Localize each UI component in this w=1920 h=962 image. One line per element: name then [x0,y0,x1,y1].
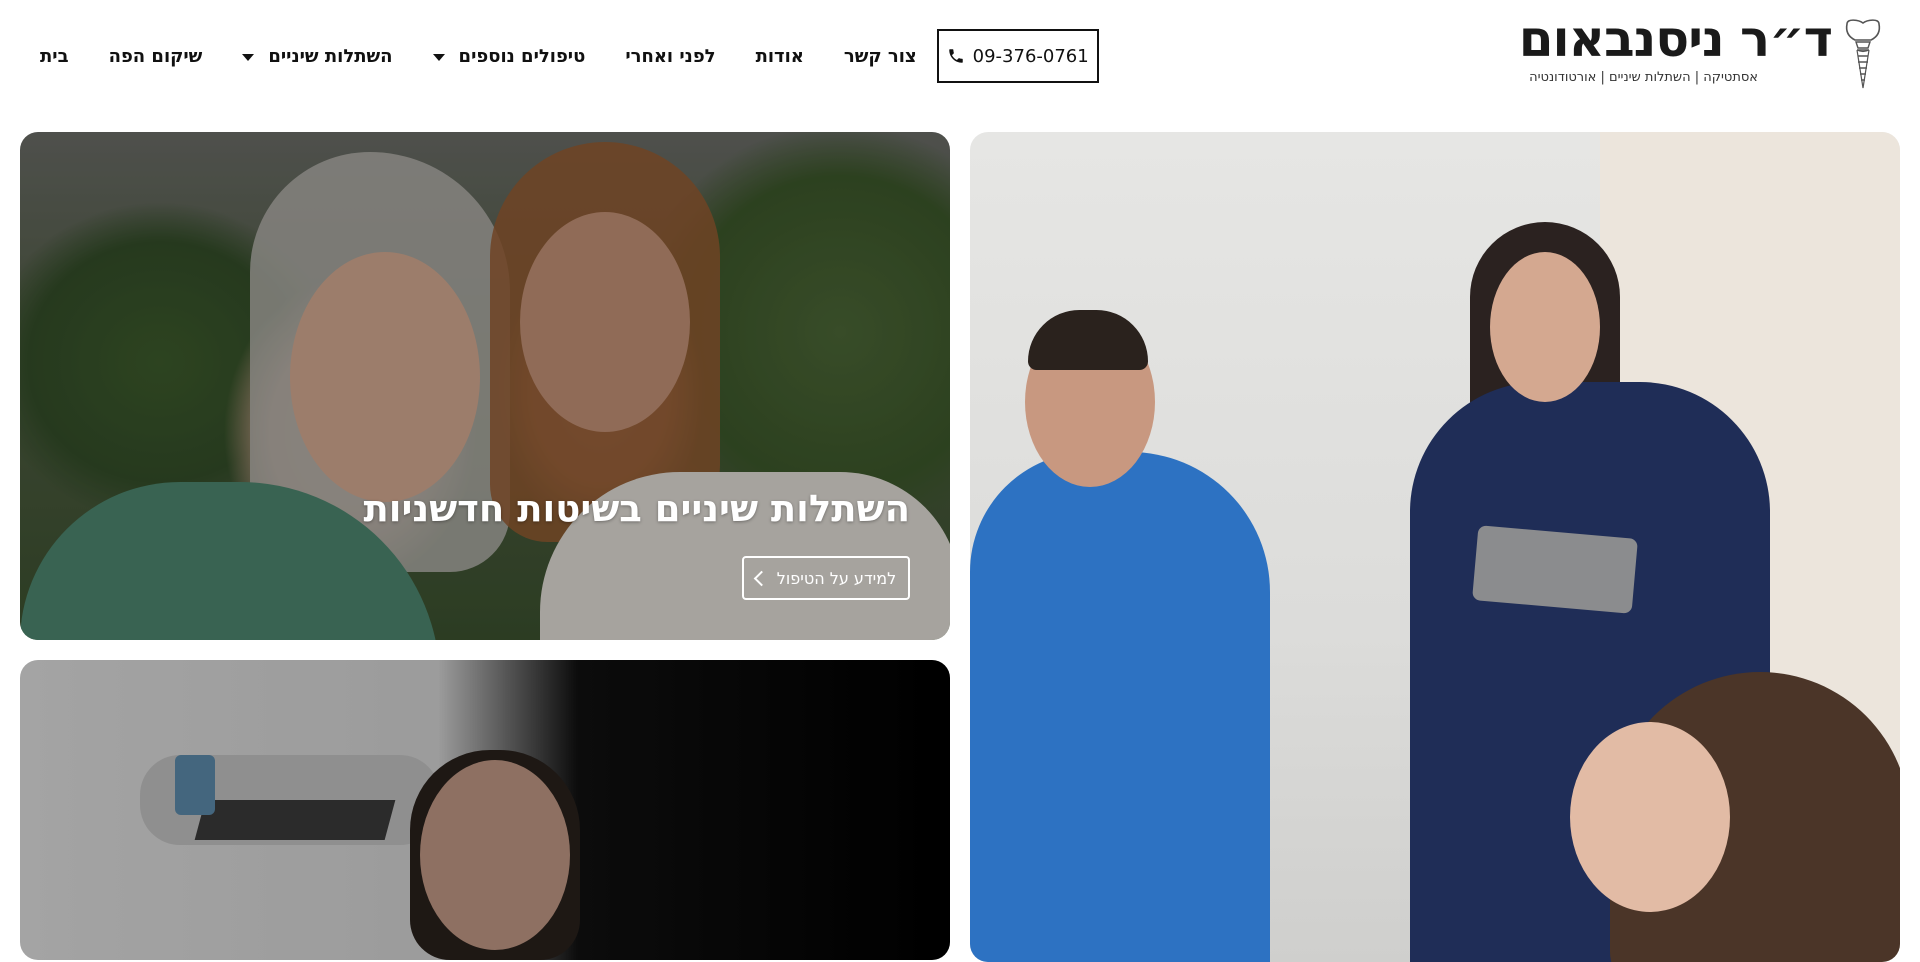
photo-patient [1570,722,1730,912]
nav-item-label: השתלות שיניים [268,45,393,67]
caret-down-icon [432,53,445,61]
caret-down-icon [242,53,255,61]
logo[interactable]: ד״ר ניסנבאום אסתטיקה | השתלות שיניים | א… [1519,10,1885,90]
nav-item-label: שיקום הפה [108,45,203,67]
logo-subtitle: אסתטיקה | השתלות שיניים | אורטודונטיה [1529,70,1758,85]
nav-item-label: טיפולים נוספים [458,45,586,67]
nav-item-label: אודות [755,45,804,67]
photo-detail [1490,252,1600,402]
logo-title: ד״ר ניסנבאום [1518,10,1833,68]
site-header: ד״ר ניסנבאום אסתטיקה | השתלות שיניים | א… [0,0,1920,112]
hero-card-secondary[interactable] [20,660,950,960]
nav-item-contact[interactable]: צור קשר [844,46,917,67]
hero-card-title: השתלות שיניים בשיטות חדשניות [363,487,910,530]
photo-dentist [970,452,1270,962]
phone-icon [948,49,963,63]
hero-card-team[interactable] [970,132,1900,962]
hero-card-implants[interactable]: השתלות שיניים בשיטות חדשניות למידע על הט… [20,132,950,640]
tooth-implant-icon [1845,19,1881,89]
nav-item-home[interactable]: בית [40,46,69,67]
nav-item-about[interactable]: אודות [756,46,804,67]
main-nav: בית שיקום הפה השתלות שיניים טיפולים נוספ… [40,29,1099,83]
nav-item-label: לפני ואחרי [625,45,716,67]
nav-item-label: צור קשר [843,45,917,67]
nav-item-label: בית [40,45,69,67]
nav-item-before-after[interactable]: לפני ואחרי [625,46,715,67]
image-overlay [20,660,950,960]
nav-item-more-treatments[interactable]: טיפולים נוספים [432,45,586,67]
phone-number: 09-376-0761 [972,45,1089,67]
nav-item-dental-implants[interactable]: השתלות שיניים [242,45,393,67]
photo-tablet [1472,525,1638,614]
nav-item-oral-rehab[interactable]: שיקום הפה [109,46,203,67]
photo-detail [1028,310,1148,370]
button-label: למידע על הטיפול [776,568,897,588]
treatment-info-button[interactable]: למידע על הטיפול [742,556,910,600]
phone-button[interactable]: 09-376-0761 [936,29,1099,83]
chevron-left-icon [753,570,770,586]
